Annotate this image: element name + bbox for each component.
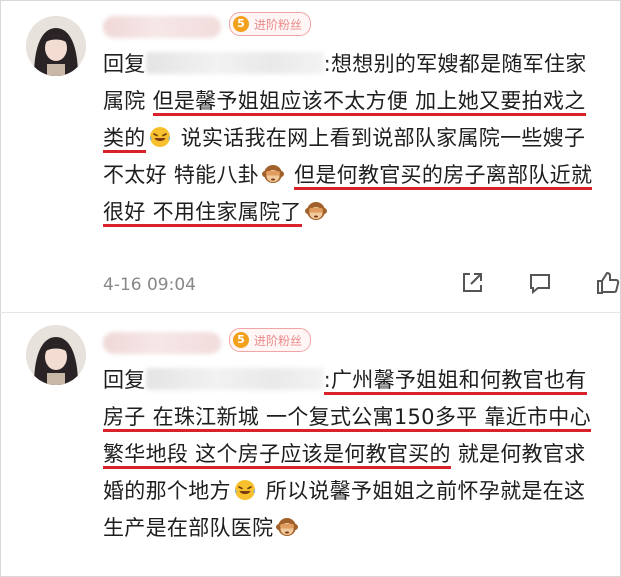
reply-prefix: 回复 xyxy=(103,368,146,392)
monkey-icon xyxy=(261,162,285,186)
comment-body: 回复:广州馨予姐姐和何教官也有房子 在珠江新城 一个复式公寓150多平 靠近市中… xyxy=(103,362,603,547)
share-icon[interactable] xyxy=(459,270,485,296)
fan-level-label: 进阶粉丝 xyxy=(254,333,303,348)
comment-divider xyxy=(0,312,621,313)
avatar-image xyxy=(26,325,86,385)
fan-level-badge: 5 进阶粉丝 xyxy=(229,328,312,352)
comment-icon[interactable] xyxy=(527,270,553,296)
reply-prefix: 回复 xyxy=(103,52,146,76)
fan-level-badge: 5 进阶粉丝 xyxy=(229,12,312,36)
reply-target-blurred[interactable] xyxy=(145,52,324,74)
fan-level-number: 5 xyxy=(233,332,249,348)
username-blurred[interactable] xyxy=(103,16,221,38)
laugh-cry-icon xyxy=(233,478,257,502)
avatar-image xyxy=(26,16,86,76)
fan-level-label: 进阶粉丝 xyxy=(254,17,303,32)
avatar[interactable] xyxy=(26,16,86,76)
monkey-icon xyxy=(304,199,328,223)
comment-timestamp: 4-16 09:04 xyxy=(103,275,196,295)
comment-actions xyxy=(459,270,621,296)
like-icon[interactable] xyxy=(595,270,621,296)
avatar[interactable] xyxy=(26,325,86,385)
comment-body: 回复:想想别的军嫂都是随军住家属院 但是馨予姐姐应该不太方便 加上她又要拍戏之类… xyxy=(103,46,603,231)
laugh-cry-icon xyxy=(148,125,172,149)
reply-target-blurred[interactable] xyxy=(145,368,324,390)
monkey-icon xyxy=(275,515,299,539)
comment-text xyxy=(287,163,294,187)
fan-level-number: 5 xyxy=(233,16,249,32)
username-blurred[interactable] xyxy=(103,332,221,354)
